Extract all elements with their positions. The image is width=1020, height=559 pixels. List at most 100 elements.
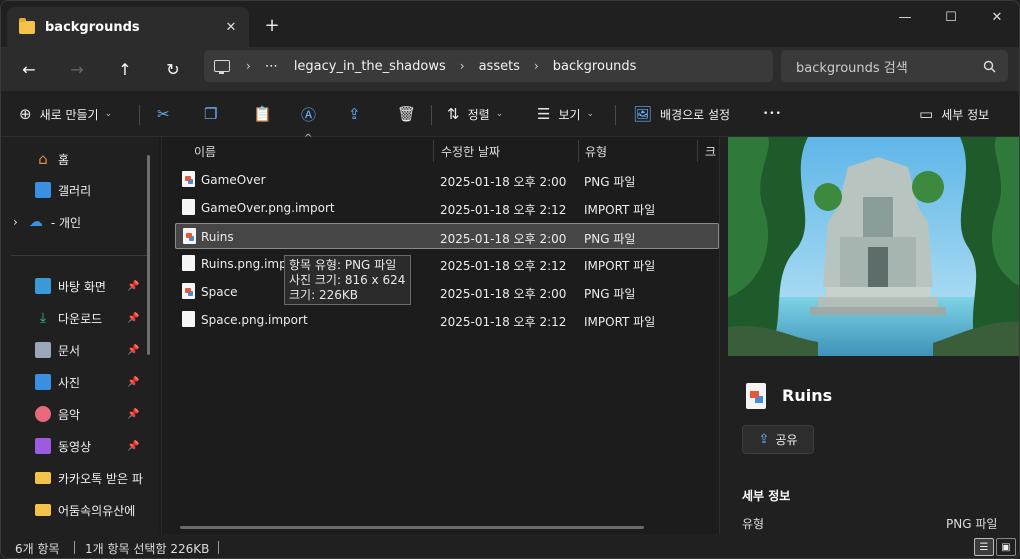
maximize-button[interactable]: ☐ [928, 1, 974, 33]
breadcrumb-item[interactable]: assets [479, 59, 520, 74]
delete-button[interactable]: 🗑 [397, 99, 424, 129]
close-window-button[interactable]: ✕ [974, 1, 1019, 33]
pin-icon: 📌 [127, 440, 140, 452]
chevron-right-icon[interactable]: › [534, 59, 539, 73]
search-placeholder: backgrounds 검색 [796, 60, 908, 76]
pictures-icon [35, 374, 51, 390]
nav-item-onedrive[interactable]: › ☁ - 개인 [1, 207, 159, 237]
nav-item-kakaotalk-folder[interactable]: 카카오톡 받은 파 [1, 463, 157, 493]
file-row[interactable]: Space.png.import 2025-01-18 오후 2:12 IMPO… [175, 307, 719, 333]
new-button[interactable]: ⊕ 새로 만들기 ⌄ [19, 99, 112, 129]
nav-item-desktop[interactable]: 바탕 화면 📌 [1, 271, 159, 301]
search-input[interactable]: backgrounds 검색 [781, 50, 1008, 82]
refresh-button[interactable]: ↻ [157, 53, 189, 85]
column-header-modified[interactable]: 수정한 날짜 [441, 143, 500, 160]
music-icon [35, 406, 51, 422]
column-header-name[interactable]: 이름 [194, 143, 216, 160]
file-type: IMPORT 파일 [584, 315, 656, 329]
document-icon [35, 342, 51, 358]
file-row-selected[interactable]: Ruins 2025-01-18 오후 2:00 PNG 파일 [175, 223, 719, 249]
breadcrumb-item[interactable]: backgrounds [553, 59, 637, 74]
png-file-icon [746, 383, 766, 409]
nav-item-music[interactable]: 음악 📌 [1, 399, 159, 429]
nav-item-gallery[interactable]: 갤러리 [1, 175, 159, 205]
breadcrumb-item[interactable]: legacy_in_the_shadows [294, 59, 446, 74]
column-header-row: ^ 이름 수정한 날짜 유형 크 [162, 133, 720, 163]
pin-icon: 📌 [127, 376, 140, 388]
arrow-left-icon: ← [22, 59, 36, 79]
copy-button[interactable]: ❐ [204, 99, 225, 129]
png-file-icon [182, 171, 195, 187]
divider [139, 105, 140, 125]
up-button[interactable]: ↑ [109, 53, 141, 85]
computer-icon [214, 60, 230, 74]
minimize-button[interactable]: — [882, 1, 928, 33]
nav-item-pictures[interactable]: 사진 📌 [1, 367, 159, 397]
file-tooltip: 항목 유형: PNG 파일 사진 크기: 816 x 624 크기: 226KB [284, 255, 411, 305]
column-divider[interactable] [697, 140, 698, 162]
share-icon: ⇪ [348, 105, 361, 123]
nav-item-label: 어둠속의유산에 [58, 503, 136, 518]
share-icon: ⇪ [758, 432, 770, 447]
share-button[interactable]: ⇪ 공유 [742, 425, 814, 454]
column-header-size[interactable]: 크 [705, 143, 716, 160]
nav-item-downloads[interactable]: ⤓ 다운로드 📌 [1, 303, 159, 333]
view-label: 보기 [558, 107, 581, 122]
chevron-right-icon[interactable]: › [13, 215, 18, 229]
file-row[interactable]: GameOver 2025-01-18 오후 2:00 PNG 파일 [175, 167, 719, 193]
tiles-view-icon: ▣ [1001, 541, 1011, 553]
address-bar[interactable]: › ⋯ legacy_in_the_shadows › assets › bac… [204, 50, 773, 82]
sort-button[interactable]: ⇅ 정렬 ⌄ [447, 99, 503, 129]
sort-ascending-icon: ^ [304, 133, 313, 144]
nav-item-legacy-folder[interactable]: 어둠속의유산에 [1, 495, 157, 525]
pin-icon: 📌 [127, 312, 140, 324]
file-name: GameOver.png.import [201, 201, 335, 215]
nav-item-videos[interactable]: 동영상 📌 [1, 431, 159, 461]
column-divider[interactable] [433, 140, 434, 162]
status-divider [74, 541, 75, 554]
close-tab-icon[interactable]: ✕ [217, 13, 245, 41]
paste-button[interactable]: 📋 [253, 99, 280, 129]
tooltip-line: 사진 크기: 816 x 624 [289, 273, 406, 287]
command-bar: ⊕ 새로 만들기 ⌄ ✂ ❐ 📋 Ⓐ ⇪ 🗑 ⇅ 정렬 ⌄ ☰ 보기 ⌄ 🖼 배… [1, 91, 1019, 137]
plus-circle-icon: ⊕ [19, 105, 32, 123]
horizontal-scrollbar[interactable] [180, 526, 644, 529]
navigation-pane: ⌂ 홈 갤러리 › ☁ - 개인 바탕 화면 📌 ⤓ 다운로드 📌 문서 📌 사… [1, 137, 159, 534]
back-button[interactable]: ← [13, 53, 45, 85]
cut-button[interactable]: ✂ [157, 99, 178, 129]
nav-divider [11, 255, 149, 256]
breadcrumb-overflow[interactable]: ⋯ [265, 59, 278, 74]
forward-button[interactable]: → [61, 53, 93, 85]
tiles-view-button[interactable]: ▣ [996, 538, 1016, 556]
address-row: ← → ↑ ↻ › ⋯ legacy_in_the_shadows › asse… [1, 47, 1019, 91]
nav-item-label: 문서 [58, 343, 81, 358]
details-pane-button[interactable]: ▭ 세부 정보 [919, 99, 989, 129]
more-button[interactable]: ••• [763, 99, 782, 129]
nav-item-label: 사진 [58, 375, 81, 390]
file-row[interactable]: GameOver.png.import 2025-01-18 오후 2:12 I… [175, 195, 719, 221]
file-type: PNG 파일 [584, 287, 636, 301]
file-name: Space [201, 285, 238, 299]
rename-button[interactable]: Ⓐ [301, 99, 324, 129]
file-row[interactable]: Space 2025-01-18 오후 2:00 PNG 파일 [175, 279, 719, 305]
file-name: Space.png.import [201, 313, 308, 327]
details-heading: 세부 정보 [742, 489, 791, 503]
nav-item-home[interactable]: ⌂ 홈 [1, 144, 159, 174]
column-divider[interactable] [578, 140, 579, 162]
file-row[interactable]: Ruins.png.impo 2025-01-18 오후 2:12 IMPORT… [175, 251, 719, 277]
set-background-button[interactable]: 🖼 배경으로 설정 [633, 99, 730, 129]
tab-backgrounds[interactable]: backgrounds ✕ [7, 7, 249, 47]
column-header-type[interactable]: 유형 [585, 143, 607, 160]
file-icon [182, 255, 195, 271]
nav-item-documents[interactable]: 문서 📌 [1, 335, 159, 365]
share-button[interactable]: ⇪ [348, 99, 369, 129]
view-list-icon: ☰ [537, 105, 551, 123]
nav-scrollbar[interactable] [147, 155, 150, 355]
chevron-right-icon[interactable]: › [460, 59, 465, 73]
details-view-button[interactable]: ☰ [974, 538, 994, 556]
view-button[interactable]: ☰ 보기 ⌄ [537, 99, 594, 129]
chevron-right-icon[interactable]: › [246, 59, 251, 73]
file-modified: 2025-01-18 오후 2:12 [440, 315, 567, 329]
new-tab-button[interactable]: + [257, 11, 287, 39]
details-label: 세부 정보 [941, 107, 990, 122]
